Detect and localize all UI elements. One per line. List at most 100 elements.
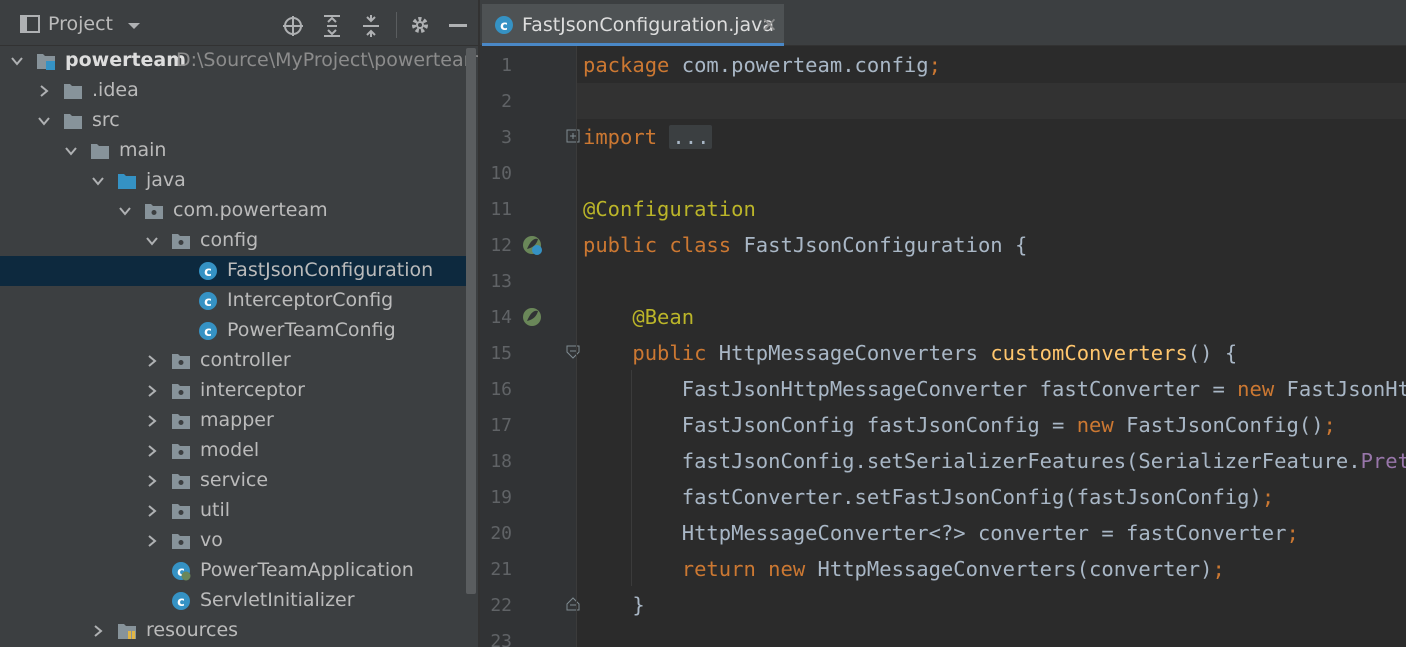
code-token: FastJsonHttpMessageConverter() xyxy=(1286,377,1406,401)
chevron-right-icon[interactable] xyxy=(145,534,159,548)
package-icon xyxy=(172,474,190,489)
project-title[interactable]: Project xyxy=(48,13,113,35)
tree-item-powerteamapplication[interactable]: c PowerTeamApplication xyxy=(0,556,466,586)
tree-item-idea[interactable]: .idea xyxy=(0,76,466,106)
code-token: public xyxy=(632,341,719,365)
code-line: public class FastJsonConfiguration { xyxy=(583,227,1027,263)
tree-item-label: model xyxy=(200,439,260,461)
tree-item-label: powerteam xyxy=(65,49,187,71)
tree-scrollbar[interactable] xyxy=(466,48,476,594)
line-number: 20 xyxy=(490,523,512,544)
tree-item-com-powerteam[interactable]: com.powerteam xyxy=(0,196,466,226)
tree-item-label: main xyxy=(119,139,167,161)
tree-item-label: PowerTeamApplication xyxy=(200,559,414,581)
spring-bean-icon[interactable] xyxy=(522,307,544,329)
tree-item-powerteam[interactable]: powerteam D:\Source\MyProject\powerteam xyxy=(0,46,478,76)
project-panel: Project powerteam D:\Source\MyProject\po… xyxy=(0,0,478,647)
svg-text:c: c xyxy=(204,325,212,340)
chevron-right-icon[interactable] xyxy=(91,624,105,638)
code-token: HttpMessageConverter<?> converter = fast… xyxy=(583,521,1287,545)
line-number: 1 xyxy=(501,55,512,76)
java-class-icon: c xyxy=(199,262,217,280)
code-token: com.powerteam.config xyxy=(681,53,929,77)
code-token: fastConverter.setFastJsonConfig(fastJson… xyxy=(583,485,1262,509)
tree-item-label: src xyxy=(92,109,120,131)
svg-text:c: c xyxy=(204,295,212,310)
code-token: ; xyxy=(1212,557,1225,581)
code-area[interactable]: package com.powerteam.config; import ... @… xyxy=(577,46,1406,647)
chevron-down-icon[interactable] xyxy=(37,114,51,128)
tree-item-main[interactable]: main xyxy=(0,136,466,166)
java-class-icon: c xyxy=(199,322,217,340)
tree-item-util[interactable]: util xyxy=(0,496,466,526)
chevron-right-icon[interactable] xyxy=(145,444,159,458)
line-number: 21 xyxy=(490,559,512,580)
project-header: Project xyxy=(0,0,478,46)
chevron-right-icon[interactable] xyxy=(145,384,159,398)
line-number: 23 xyxy=(490,631,512,647)
tree-item-label: util xyxy=(200,499,231,521)
code-token: HttpMessageConverters xyxy=(718,341,991,365)
code-line: } xyxy=(583,587,644,623)
expand-all-icon[interactable] xyxy=(322,14,342,38)
chevron-right-icon[interactable] xyxy=(37,84,51,98)
chevron-right-icon[interactable] xyxy=(145,474,159,488)
caret-row-highlight xyxy=(577,83,1406,119)
chevron-down-icon[interactable] xyxy=(118,204,132,218)
tree-item-mapper[interactable]: mapper xyxy=(0,406,466,436)
tree-item-vo[interactable]: vo xyxy=(0,526,466,556)
tree-item-controller[interactable]: controller xyxy=(0,346,466,376)
code-token: public class xyxy=(583,233,744,257)
dropdown-icon[interactable] xyxy=(127,22,141,30)
chevron-right-icon[interactable] xyxy=(145,414,159,428)
tab-fastjsonconfiguration[interactable]: c FastJsonConfiguration.java × xyxy=(482,4,784,46)
code-token: import xyxy=(583,125,670,149)
collapse-all-icon[interactable] xyxy=(361,14,381,38)
tree-item-interceptorconfig[interactable]: c InterceptorConfig xyxy=(0,286,466,316)
line-number: 14 xyxy=(490,307,512,328)
chevron-down-icon[interactable] xyxy=(10,54,24,68)
tree-item-java[interactable]: java xyxy=(0,166,466,196)
tree-item-label: service xyxy=(200,469,269,491)
tree-item-service[interactable]: service xyxy=(0,466,466,496)
tab-close-icon[interactable]: × xyxy=(761,12,778,36)
code-token: new xyxy=(1237,377,1287,401)
tree-item-config[interactable]: config xyxy=(0,226,466,256)
tree-item-label: FastJsonConfiguration xyxy=(227,259,434,281)
package-icon xyxy=(172,534,190,549)
gear-icon[interactable] xyxy=(410,15,430,35)
tree-item-label: config xyxy=(200,229,259,251)
code-line: import ... xyxy=(583,119,713,155)
package-icon xyxy=(172,504,190,519)
code-line: FastJsonHttpMessageConverter fastConvert… xyxy=(583,371,1406,407)
code-token: return new xyxy=(681,557,818,581)
minimize-icon[interactable] xyxy=(449,24,467,28)
code-token: @Configuration xyxy=(583,197,756,221)
tree-item-label: PowerTeamConfig xyxy=(227,319,396,341)
locate-icon[interactable] xyxy=(282,15,304,37)
chevron-down-icon[interactable] xyxy=(91,174,105,188)
package-icon xyxy=(172,384,190,399)
tree-item-resources[interactable]: resources xyxy=(0,616,466,646)
tree-item-interceptor[interactable]: interceptor xyxy=(0,376,466,406)
tab-label: FastJsonConfiguration.java xyxy=(522,14,775,36)
chevron-down-icon[interactable] xyxy=(64,144,78,158)
tree-item-label: interceptor xyxy=(200,379,305,401)
chevron-right-icon[interactable] xyxy=(145,504,159,518)
tree-item-label: vo xyxy=(200,529,223,551)
code-line: @Bean xyxy=(583,299,694,335)
code-token: FastJsonHttpMessageConverter fastConvert… xyxy=(583,377,1238,401)
chevron-down-icon[interactable] xyxy=(145,234,159,248)
tree-item-servletinitializer[interactable]: c ServletInitializer xyxy=(0,586,466,616)
tree-item-fastjsonconfiguration[interactable]: c FastJsonConfiguration xyxy=(0,256,466,286)
code-line: fastConverter.setFastJsonConfig(fastJson… xyxy=(583,479,1274,515)
folded-imports[interactable]: ... xyxy=(669,125,713,149)
package-icon xyxy=(172,414,190,429)
spring-config-icon[interactable] xyxy=(522,235,544,257)
tree-item-src[interactable]: src xyxy=(0,106,466,136)
project-path: D:\Source\MyProject\powerteam xyxy=(176,49,478,71)
tree-item-powerteamconfig[interactable]: c PowerTeamConfig xyxy=(0,316,466,346)
chevron-right-icon[interactable] xyxy=(145,354,159,368)
tree-item-label: InterceptorConfig xyxy=(227,289,394,311)
tree-item-model[interactable]: model xyxy=(0,436,466,466)
